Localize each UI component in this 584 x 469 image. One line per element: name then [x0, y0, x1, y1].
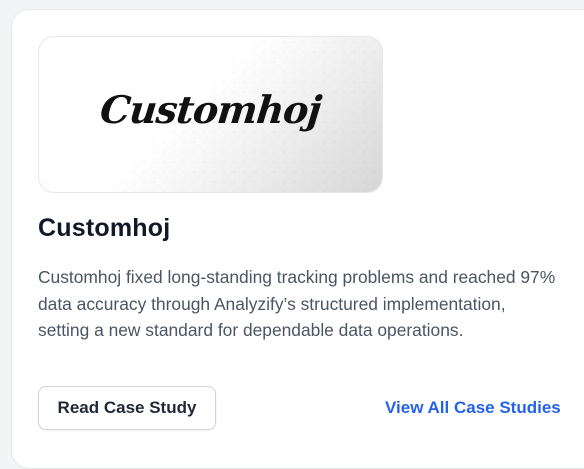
view-all-case-studies-link[interactable]: View All Case Studies — [385, 398, 561, 418]
case-study-title: Customhoj — [38, 214, 171, 242]
customer-logo-tile: Customhoj — [38, 36, 383, 193]
case-study-card: Customhoj Customhoj Customhoj fixed long… — [11, 9, 584, 469]
case-study-description: Customhoj fixed long-standing tracking p… — [38, 267, 556, 340]
read-case-study-button[interactable]: Read Case Study — [38, 386, 216, 430]
customer-logo: Customhoj — [98, 87, 323, 132]
